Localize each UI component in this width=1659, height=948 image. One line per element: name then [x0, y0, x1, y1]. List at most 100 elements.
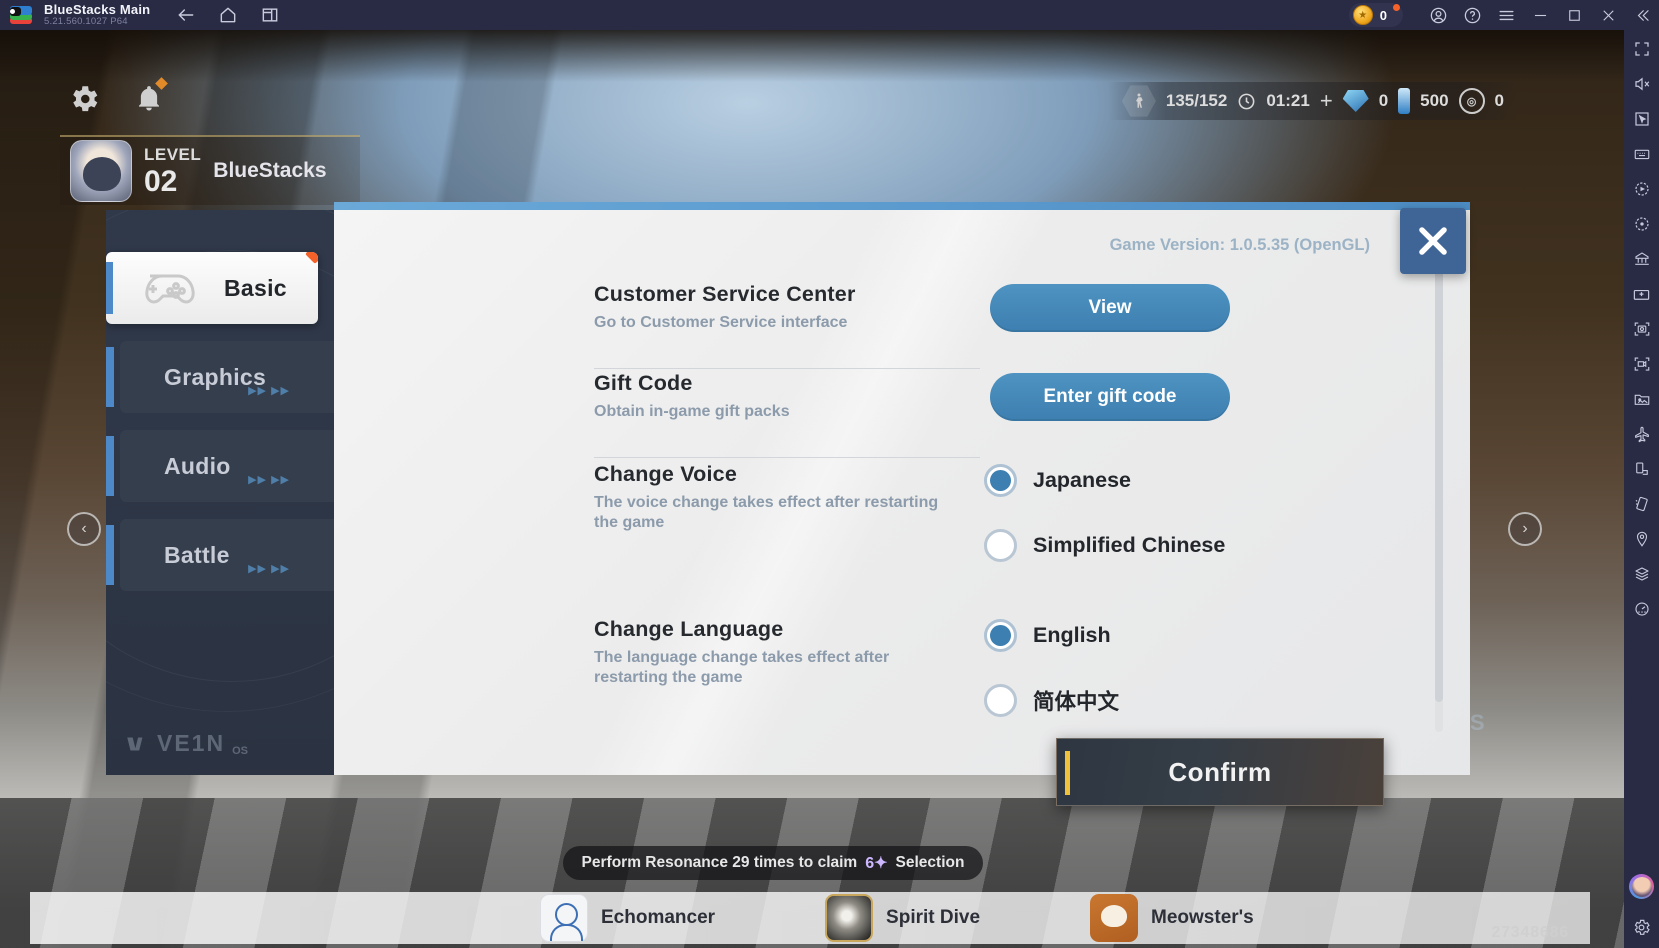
- multi-instance-icon[interactable]: [260, 5, 280, 25]
- confirm-button[interactable]: Confirm: [1056, 738, 1384, 806]
- mute-icon[interactable]: [1631, 73, 1653, 95]
- coin-balance[interactable]: ★ 0: [1348, 3, 1403, 27]
- back-arrow-icon[interactable]: [176, 5, 196, 25]
- spirit-dive-icon: [825, 894, 874, 942]
- script-icon[interactable]: [1631, 213, 1653, 235]
- row-subtitle: Go to Customer Service interface: [594, 314, 848, 331]
- view-button[interactable]: View: [990, 284, 1230, 332]
- account-icon[interactable]: [1421, 0, 1455, 30]
- scrollbar-thumb[interactable]: [1435, 262, 1443, 702]
- enter-gift-code-button[interactable]: Enter gift code: [990, 373, 1230, 421]
- vein-os-text: VE1N: [157, 730, 226, 756]
- window-title-block: BlueStacks Main 5.21.560.1027 P64: [44, 3, 150, 27]
- row-title: Change Voice: [594, 462, 737, 486]
- cursor-icon[interactable]: [1631, 108, 1653, 130]
- location-icon[interactable]: [1631, 528, 1653, 550]
- row-divider: [594, 368, 980, 369]
- home-icon[interactable]: [218, 5, 238, 25]
- echomancer-icon: [540, 894, 588, 942]
- settings-tab-label: Basic: [224, 274, 287, 301]
- voice-option-simplified-chinese[interactable]: Simplified Chinese: [984, 529, 1225, 562]
- close-icon[interactable]: [1400, 208, 1466, 274]
- settings-gear-icon[interactable]: [67, 82, 101, 121]
- record-video-icon[interactable]: [1631, 353, 1653, 375]
- settings-tab-battle[interactable]: Battle ▶▶ ▶▶: [106, 519, 334, 591]
- radio-circle: [984, 529, 1017, 562]
- media-manager-icon[interactable]: [1631, 388, 1653, 410]
- content-scrollbar[interactable]: [1435, 262, 1443, 732]
- settings-modal: Basic Graphics ▶▶ ▶▶ Audio ▶▶ ▶▶ Battle …: [106, 202, 1470, 775]
- stamina-icon: [1121, 85, 1156, 117]
- hud-resource-bar: 135/152 01:21 + 0 500 ◎ 0: [1107, 82, 1518, 120]
- settings-tab-label: Battle: [164, 541, 230, 568]
- keyboard-controls-icon[interactable]: [1631, 143, 1653, 165]
- clock-icon: [1237, 92, 1256, 111]
- vein-os-logo: VE1N OS: [124, 730, 248, 757]
- nav-prev-button[interactable]: ‹: [67, 512, 101, 546]
- airplane-mode-icon[interactable]: [1631, 423, 1653, 445]
- bottom-nav-label: Spirit Dive: [886, 907, 981, 928]
- collapse-icon[interactable]: [1625, 0, 1659, 30]
- maximize-icon[interactable]: [1557, 0, 1591, 30]
- coin-badge: [1393, 4, 1400, 11]
- coin-count: 0: [1379, 7, 1387, 23]
- currency-count: 0: [1494, 91, 1504, 110]
- language-option-english[interactable]: English: [984, 619, 1111, 652]
- add-stamina-button[interactable]: +: [1320, 88, 1333, 114]
- window-version: 5.21.560.1027 P64: [44, 15, 128, 27]
- install-apk-icon[interactable]: [1631, 283, 1653, 305]
- tab-accent-bar: [106, 347, 114, 407]
- macro-record-icon[interactable]: [1631, 178, 1653, 200]
- minimize-icon[interactable]: [1523, 0, 1557, 30]
- row-subtitle: The language change takes effect after r…: [594, 649, 890, 687]
- player-plate[interactable]: LEVEL 02 BlueStacks: [60, 135, 360, 205]
- background-top-shade: [0, 30, 1624, 82]
- meowster-icon: [1090, 894, 1139, 942]
- titlebar-system-buttons: [1421, 0, 1659, 30]
- layers-icon[interactable]: [1631, 563, 1653, 585]
- stamina-value: 135/152: [1165, 91, 1228, 110]
- bottom-nav-spirit-dive[interactable]: Spirit Dive: [825, 894, 980, 942]
- bottom-nav-label: Echomancer: [601, 907, 716, 928]
- language-option-simplified-chinese[interactable]: 简体中文: [984, 684, 1119, 717]
- tab-notification-badge: [305, 252, 318, 264]
- row-subtitle: Obtain in-game gift packs: [594, 403, 790, 420]
- settings-content: Game Version: 1.0.5.35 (OpenGL) Customer…: [334, 210, 1470, 775]
- player-id-watermark: 27348686: [1491, 924, 1569, 941]
- shake-icon[interactable]: [1631, 493, 1653, 515]
- vein-os-mark: [127, 737, 143, 751]
- radio-circle: [984, 684, 1017, 717]
- settings-tab-list: Basic Graphics ▶▶ ▶▶ Audio ▶▶ ▶▶ Battle …: [106, 252, 334, 608]
- voice-option-japanese[interactable]: Japanese: [984, 464, 1131, 497]
- game-version-label: Game Version: 1.0.5.35 (OpenGL): [1109, 236, 1370, 254]
- settings-gear-icon[interactable]: [1631, 916, 1653, 938]
- bottom-nav-meowster[interactable]: Meowster's: [1090, 894, 1254, 942]
- vein-os-sup: OS: [232, 745, 248, 757]
- titlebar-nav-icons: [176, 5, 280, 25]
- level-label: LEVEL: [144, 144, 202, 164]
- fullscreen-icon[interactable]: [1631, 38, 1653, 60]
- radio-label: Simplified Chinese: [1033, 533, 1226, 557]
- multi-instance-manager-icon[interactable]: [1631, 248, 1653, 270]
- resonance-banner: Perform Resonance 29 times to claim 6✦ S…: [563, 846, 983, 880]
- row-title: Gift Code: [594, 371, 693, 395]
- notification-bell-icon[interactable]: [134, 77, 168, 119]
- bottom-nav-echomancer[interactable]: Echomancer: [540, 894, 715, 942]
- banner-text-post: Selection: [895, 854, 965, 871]
- settings-tab-audio[interactable]: Audio ▶▶ ▶▶: [106, 430, 334, 502]
- bottom-nav-bar: Echomancer Spirit Dive Meowster's: [30, 892, 1590, 944]
- banner-text-pre: Perform Resonance 29 times to claim: [581, 854, 858, 871]
- menu-icon[interactable]: [1489, 0, 1523, 30]
- screenshot-icon[interactable]: [1631, 318, 1653, 340]
- bluestacks-logo-icon: [10, 4, 34, 26]
- settings-tab-graphics[interactable]: Graphics ▶▶ ▶▶: [106, 341, 334, 413]
- help-icon[interactable]: [1455, 0, 1489, 30]
- nav-next-button[interactable]: ›: [1508, 512, 1542, 546]
- flask-count: 500: [1420, 91, 1449, 110]
- close-icon[interactable]: [1591, 0, 1625, 30]
- tab-arrows-icon: ▶▶ ▶▶: [248, 385, 290, 397]
- performance-icon[interactable]: [1631, 598, 1653, 620]
- user-avatar[interactable]: [1629, 874, 1654, 899]
- rotate-screen-icon[interactable]: [1631, 458, 1653, 480]
- settings-tab-basic[interactable]: Basic: [106, 252, 334, 324]
